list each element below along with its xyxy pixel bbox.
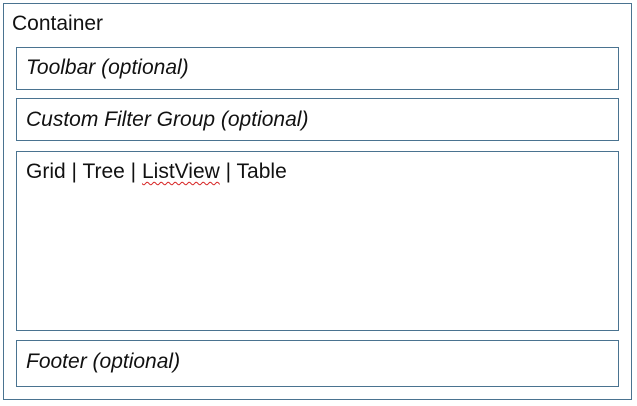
view-types-box: Grid | Tree | ListView | Table	[16, 151, 619, 331]
view-types-label: Grid | Tree | ListView | Table	[26, 159, 287, 185]
footer-box: Footer (optional)	[16, 340, 619, 387]
view-separator: |	[124, 160, 142, 183]
view-option-listview: ListView	[141, 160, 220, 183]
view-option-grid: Grid	[26, 160, 66, 183]
toolbar-box: Toolbar (optional)	[16, 47, 619, 90]
toolbar-label: Toolbar (optional)	[26, 56, 189, 79]
footer-label: Footer (optional)	[26, 350, 181, 373]
container-box: Container Toolbar (optional) Custom Filt…	[3, 3, 632, 400]
view-separator: |	[65, 160, 83, 183]
view-option-tree: Tree	[82, 160, 125, 183]
view-separator: |	[219, 160, 237, 183]
custom-filter-group-label: Custom Filter Group (optional)	[26, 108, 309, 131]
view-option-table: Table	[236, 160, 287, 183]
container-title: Container	[12, 12, 104, 35]
custom-filter-group-box: Custom Filter Group (optional)	[16, 98, 619, 141]
